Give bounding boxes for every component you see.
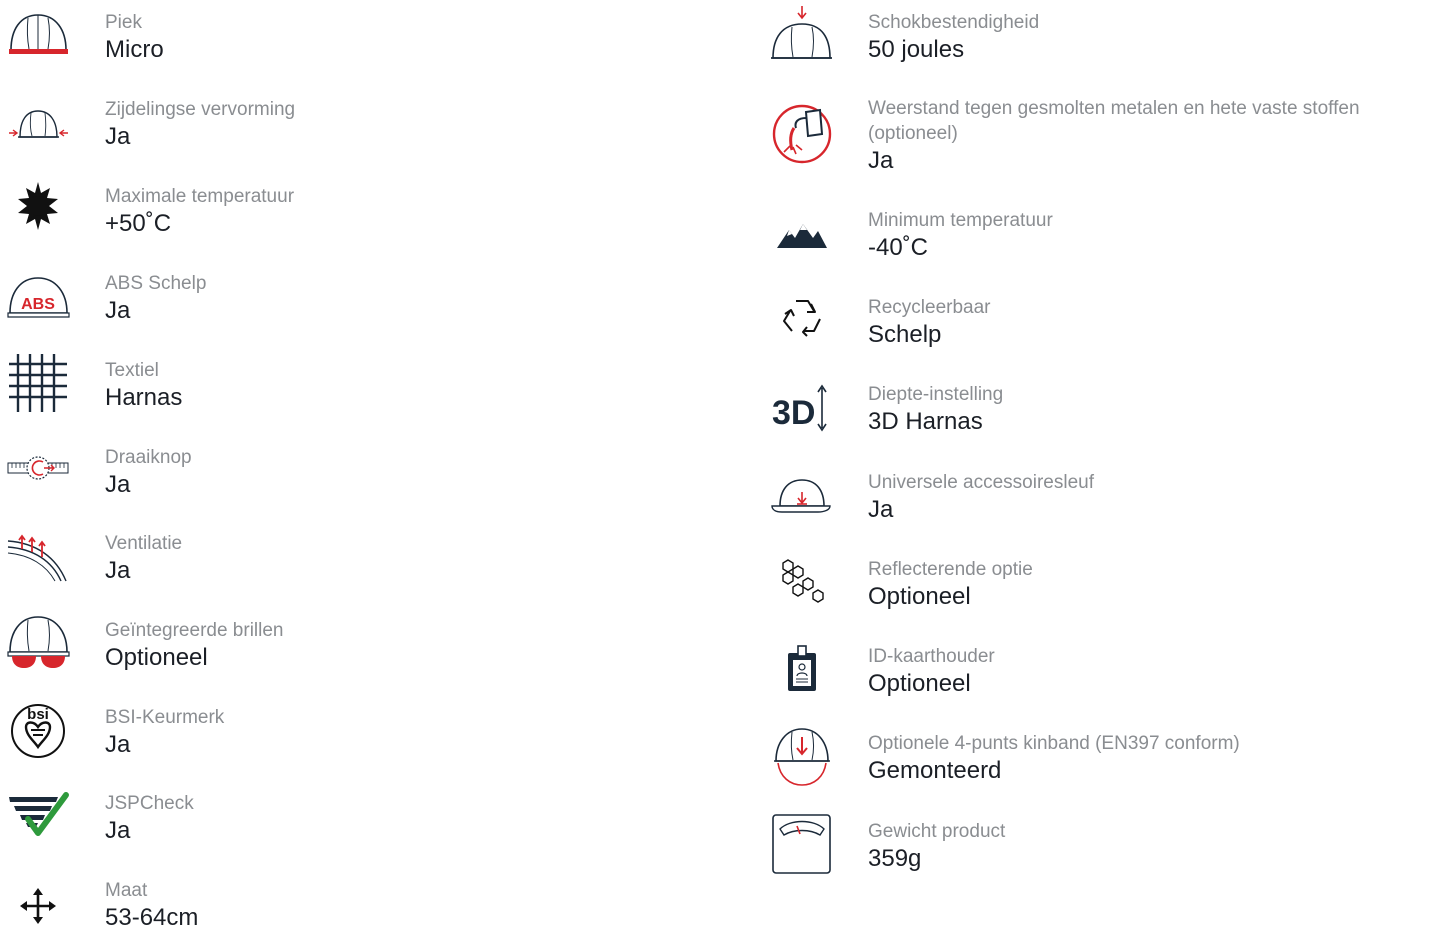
helmet-peak-icon xyxy=(0,2,80,66)
dial-icon xyxy=(0,437,80,501)
spec-label: Schokbestendigheid xyxy=(868,12,1040,33)
spec-label: BSI-Keurmerk xyxy=(105,707,225,728)
spec-row-abs-schelp: ABS ABS Schelp Ja xyxy=(0,263,720,333)
spec-label: Optionele 4-punts kinband (EN397 conform… xyxy=(868,733,1240,754)
helmet-lateral-icon xyxy=(0,89,80,153)
spec-value: Ja xyxy=(868,496,894,523)
mountains-icon xyxy=(762,200,842,264)
spec-row-reflecterende-optie: Reflecterende optie Optioneel xyxy=(762,549,1440,619)
spec-row-gewicht: Gewicht product 359g xyxy=(762,811,1440,881)
helmet-impact-icon xyxy=(762,2,842,66)
spec-value: Ja xyxy=(105,123,131,150)
spec-value: Optioneel xyxy=(868,670,971,697)
ventilation-icon xyxy=(0,523,80,587)
spec-label: ABS Schelp xyxy=(105,273,207,294)
id-card-icon xyxy=(762,636,842,700)
spec-value: Ja xyxy=(105,731,131,758)
spec-value: Optioneel xyxy=(868,583,971,610)
spec-label: Weerstand tegen gesmolten metalen en het… xyxy=(868,98,1360,144)
spec-label: Zijdelingse vervorming xyxy=(105,99,296,120)
spec-row-minimum-temperatuur: Minimum temperatuur -40˚C xyxy=(762,200,1440,270)
spec-row-textiel: Textiel Harnas xyxy=(0,350,720,420)
spec-label: Maximale temperatuur xyxy=(105,186,295,207)
spec-value: 359g xyxy=(868,845,922,872)
spec-label: Diepte-instelling xyxy=(868,384,1004,405)
spec-row-gesmolten-metalen: Weerstand tegen gesmolten metalen en het… xyxy=(762,88,1440,188)
spec-label: Reflecterende optie xyxy=(868,559,1033,580)
spec-row-recycleerbaar: Recycleerbaar Schelp xyxy=(762,287,1440,357)
spec-row-accessoiresleuf: Universele accessoiresleuf Ja xyxy=(762,462,1440,532)
spec-label: JSPCheck xyxy=(105,793,194,814)
spec-row-id-kaarthouder: ID-kaarthouder Optioneel xyxy=(762,636,1440,706)
spec-label: Gewicht product xyxy=(868,821,1006,842)
abs-helmet-icon: ABS xyxy=(0,263,80,327)
scale-icon xyxy=(762,811,842,875)
spec-value: Ja xyxy=(868,147,894,174)
abs-badge-text: ABS xyxy=(21,296,55,313)
recycle-icon xyxy=(762,287,842,351)
spec-value: Ja xyxy=(105,297,131,324)
bsi-kitemark-icon: bsi xyxy=(0,697,80,761)
spec-label: Minimum temperatuur xyxy=(868,210,1053,231)
textile-icon xyxy=(0,350,80,414)
spec-value: Ja xyxy=(105,817,131,844)
accessory-slot-icon xyxy=(762,462,842,526)
helmet-goggles-icon xyxy=(0,610,80,674)
jspcheck-icon xyxy=(0,783,80,847)
spec-label: Piek xyxy=(105,12,142,33)
spec-row-zijdelingse-vervorming: Zijdelingse vervorming Ja xyxy=(0,89,720,159)
3d-badge-text: 3D xyxy=(772,394,815,432)
spec-value: 53-64cm xyxy=(105,904,199,931)
spec-value: Ja xyxy=(105,557,131,584)
spec-value: -40˚C xyxy=(868,234,929,261)
spec-row-bsi-keurmerk: bsi BSI-Keurmerk Ja xyxy=(0,697,720,767)
spec-value: Micro xyxy=(105,36,164,63)
spec-row-draaiknop: Draaiknop Ja xyxy=(0,437,720,507)
spec-value: Optioneel xyxy=(105,644,208,671)
spec-value: 3D Harnas xyxy=(868,408,983,435)
molten-metal-icon xyxy=(762,100,842,164)
spec-label: Textiel xyxy=(105,360,159,381)
spec-row-diepte-instelling: 3D Diepte-instelling 3D Harnas xyxy=(762,374,1440,444)
3d-harness-icon: 3D xyxy=(762,374,842,438)
sun-icon xyxy=(0,176,80,240)
spec-value: +50˚C xyxy=(105,210,172,237)
spec-label: Geïntegreerde brillen xyxy=(105,620,284,641)
spec-label: Maat xyxy=(105,880,148,901)
spec-row-geintegreerde-brillen: Geïntegreerde brillen Optioneel xyxy=(0,610,720,680)
spec-row-jspcheck: JSPCheck Ja xyxy=(0,783,720,853)
spec-value: Gemonteerd xyxy=(868,757,1002,784)
spec-row-piek: Piek Micro xyxy=(0,2,720,72)
spec-value: 50 joules xyxy=(868,36,965,63)
spec-row-maat: Maat 53-64cm xyxy=(0,870,720,931)
spec-label: Recycleerbaar xyxy=(868,297,991,318)
bsi-badge-text: bsi xyxy=(27,706,49,723)
spec-label: Draaiknop xyxy=(105,447,192,468)
spec-row-ventilatie: Ventilatie Ja xyxy=(0,523,720,593)
spec-value: Ja xyxy=(105,471,131,498)
chinstrap-icon xyxy=(762,723,842,787)
spec-row-maximale-temperatuur: Maximale temperatuur +50˚C xyxy=(0,176,720,246)
spec-value: Harnas xyxy=(105,384,183,411)
spec-label: ID-kaarthouder xyxy=(868,646,995,667)
spec-row-schokbestendigheid: Schokbestendigheid 50 joules xyxy=(762,2,1440,72)
spec-label: Ventilatie xyxy=(105,533,183,554)
spec-value: Schelp xyxy=(868,321,942,348)
honeycomb-icon xyxy=(762,549,842,613)
spec-label: Universele accessoiresleuf xyxy=(868,472,1094,493)
size-arrows-icon xyxy=(0,870,80,934)
spec-row-kinband: Optionele 4-punts kinband (EN397 conform… xyxy=(762,723,1440,793)
